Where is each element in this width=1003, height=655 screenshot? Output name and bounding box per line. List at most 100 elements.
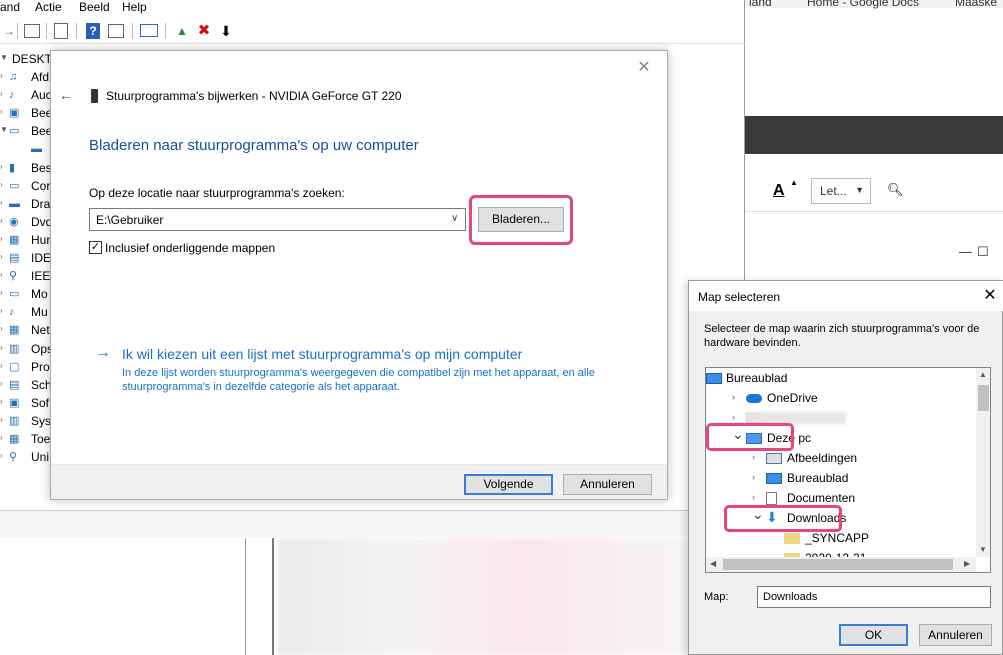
chevron-right-icon[interactable]: ›	[752, 452, 755, 462]
tree-label: Dra	[31, 196, 51, 211]
chevron-right-icon[interactable]: ›	[0, 89, 3, 98]
computer-icon: ▭	[9, 179, 20, 192]
scroll-left-icon[interactable]: ◀	[710, 559, 716, 568]
chevron-right-icon[interactable]: ›	[0, 162, 3, 171]
folder-tree-item[interactable]: › Afbeeldingen	[706, 448, 976, 468]
toolbar-separator	[76, 23, 77, 39]
back-arrow-icon[interactable]: ←	[59, 87, 73, 103]
menu-item[interactable]: Beeld	[79, 0, 110, 14]
desktop-icon	[766, 473, 782, 484]
tree-label: Sof	[31, 395, 50, 410]
chevron-right-icon[interactable]: ›	[0, 252, 3, 261]
cancel-button[interactable]: Annuleren	[563, 474, 652, 495]
location-label: Op deze locatie naar stuurprogramma's zo…	[89, 186, 345, 200]
chevron-right-icon[interactable]: ›	[0, 361, 3, 370]
menu-item[interactable]: and	[0, 0, 20, 14]
bg-tab[interactable]: Maaske	[955, 0, 997, 9]
menu-item[interactable]: Actie	[35, 0, 62, 14]
dialog-title: Stuurprogramma's bijwerken - NVIDIA GeFo…	[106, 89, 402, 103]
system-icon: ▥	[9, 414, 20, 427]
chevron-right-icon[interactable]: ›	[0, 324, 3, 333]
forward-icon[interactable]: →	[0, 22, 18, 40]
processor-icon: ▢	[9, 360, 20, 373]
chevron-right-icon[interactable]: ›	[732, 412, 735, 422]
help-icon[interactable]: ?	[86, 23, 100, 39]
chevron-down-icon[interactable]: ▼	[0, 125, 8, 134]
folder-tree-label: Documenten	[787, 491, 856, 505]
background-tabbar: land Home - Google Docs Maaske	[745, 0, 1003, 9]
close-icon[interactable]: ✕	[635, 59, 653, 77]
scrollbar-thumb[interactable]	[723, 559, 953, 570]
update-driver-icon[interactable]: ▲	[173, 22, 191, 40]
chevron-right-icon[interactable]: ›	[0, 107, 3, 116]
driver-path-combobox[interactable]	[89, 208, 466, 231]
ok-button[interactable]: OK	[839, 624, 908, 646]
cancel-button[interactable]: Annuleren	[919, 624, 992, 646]
folder-tree-label: Bureaublad	[787, 471, 849, 485]
chevron-right-icon[interactable]: ›	[0, 343, 3, 352]
chevron-right-icon[interactable]: ›	[0, 198, 3, 207]
horizontal-scrollbar[interactable]: ◀ ▶	[706, 557, 976, 572]
chevron-down-icon[interactable]: ▼	[0, 53, 8, 62]
tree-label: Afd	[31, 70, 50, 84]
folder-select-dialog: Map selecteren ✕ Selecteer de map waarin…	[688, 280, 1003, 655]
desktop-icon	[706, 373, 722, 384]
folder-tree-item[interactable]: › OneDrive	[706, 388, 976, 408]
disable-device-icon[interactable]: ⬇︎	[217, 22, 235, 40]
text-color-button[interactable]: A	[773, 182, 785, 200]
chevron-right-icon[interactable]: ›	[752, 472, 755, 482]
minimize-icon[interactable]: —	[959, 244, 972, 259]
chevron-right-icon[interactable]: ›	[752, 492, 755, 502]
dvd-icon: ◉	[9, 215, 19, 228]
chevron-right-icon[interactable]: ›	[0, 288, 3, 297]
ide-icon: ▤	[9, 252, 20, 264]
tree-label: Sch	[31, 377, 52, 392]
arrow-right-icon[interactable]: →	[95, 344, 111, 362]
folder-tree-item[interactable]: Bureaublad	[706, 368, 976, 388]
folder-tree[interactable]: Bureaublad › OneDrive › ⌄ Deze pc › Afbeeldinge…	[705, 367, 991, 573]
chevron-right-icon[interactable]: ›	[0, 379, 3, 388]
scroll-down-icon[interactable]: ▼	[979, 545, 987, 554]
chevron-right-icon[interactable]: ›	[0, 270, 3, 279]
pictures-icon	[766, 453, 782, 464]
graphics-card-icon	[91, 89, 98, 103]
chevron-right-icon[interactable]: ›	[0, 180, 3, 189]
disk-icon: ▬	[9, 197, 20, 210]
speaker-icon: ♪	[9, 89, 15, 102]
bg-tab[interactable]: land	[749, 0, 772, 9]
chevron-right-icon[interactable]: ›	[0, 216, 3, 225]
chevron-right-icon[interactable]: ›	[0, 306, 3, 315]
onedrive-cloud-icon	[746, 394, 762, 403]
include-subfolders-checkbox[interactable]: ✓	[89, 241, 102, 254]
chevron-right-icon[interactable]: ›	[0, 415, 3, 424]
properties-icon[interactable]	[24, 24, 40, 38]
scroll-up-icon[interactable]: ▲	[979, 370, 987, 379]
chevron-right-icon[interactable]: ›	[732, 392, 735, 402]
chevron-down-icon[interactable]: ∨	[451, 213, 458, 224]
map-input[interactable]	[757, 586, 991, 608]
chevron-right-icon[interactable]: ›	[0, 234, 3, 243]
chevron-right-icon[interactable]: ›	[0, 397, 3, 406]
pick-from-list-link[interactable]: Ik wil kiezen uit een lijst met stuurpro…	[122, 346, 522, 362]
folder-tree-label: OneDrive	[767, 391, 818, 405]
folder-tree-item[interactable]: › Bureaublad	[706, 468, 976, 488]
close-icon[interactable]: ✕	[980, 286, 1000, 306]
document-icon[interactable]	[54, 23, 68, 39]
chevron-right-icon[interactable]: ›	[0, 71, 3, 80]
scan-hardware-icon[interactable]	[140, 24, 158, 37]
chevron-right-icon[interactable]: ›	[0, 433, 3, 442]
uninstall-icon[interactable]: ✖	[195, 22, 213, 40]
bg-tab[interactable]: Home - Google Docs	[807, 0, 919, 9]
include-subfolders-label: Inclusief onderliggende mappen	[105, 241, 276, 255]
find-replace-icon[interactable]: 🔍︎	[887, 182, 904, 198]
style-select[interactable]: Let... ▼	[811, 178, 871, 204]
vertical-scrollbar[interactable]: ▲ ▼	[976, 368, 990, 557]
view-icon[interactable]	[108, 24, 124, 38]
scrollbar-thumb[interactable]	[978, 385, 989, 411]
chevron-right-icon[interactable]: ›	[0, 451, 3, 460]
next-button[interactable]: Volgende	[464, 474, 553, 495]
maximize-icon[interactable]: ☐	[977, 244, 989, 260]
chevron-down-icon[interactable]: ▲	[790, 178, 798, 187]
scroll-right-icon[interactable]: ▶	[964, 559, 970, 568]
menu-item[interactable]: Help	[122, 0, 147, 14]
